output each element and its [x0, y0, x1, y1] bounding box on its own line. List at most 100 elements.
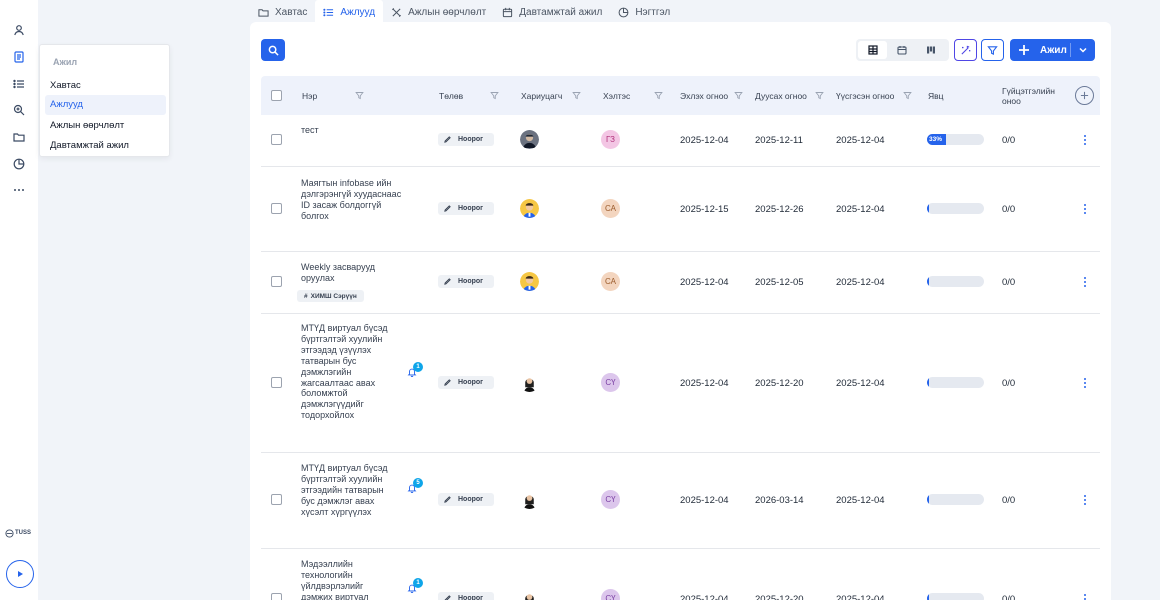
status-label: Ноорог: [458, 136, 484, 143]
row-menu-button[interactable]: [1083, 135, 1087, 145]
row-checkbox[interactable]: [271, 134, 282, 145]
tab-recurring-tasks[interactable]: Давтамжтай ажил: [494, 0, 610, 24]
department-avatar[interactable]: СА: [601, 199, 620, 218]
department-avatar[interactable]: СА: [601, 272, 620, 291]
row-menu-button[interactable]: [1083, 277, 1087, 287]
task-name[interactable]: тест: [301, 125, 419, 136]
filter-icon[interactable]: [903, 91, 912, 100]
tab-folders[interactable]: Хавтас: [250, 0, 315, 24]
row-checkbox[interactable]: [271, 593, 282, 600]
search-button[interactable]: [261, 39, 285, 61]
row-menu-button[interactable]: [1083, 495, 1087, 505]
play-icon: [18, 571, 23, 577]
assignee-avatar[interactable]: [520, 589, 539, 600]
chevron-down-icon[interactable]: [1078, 45, 1088, 55]
row-checkbox[interactable]: [271, 203, 282, 214]
status-badge[interactable]: Ноорог: [438, 275, 494, 288]
column-start-date[interactable]: Эхлэх огноо: [680, 76, 728, 115]
column-progress[interactable]: Явц: [928, 76, 944, 115]
select-all-checkbox[interactable]: [271, 90, 282, 101]
status-badge[interactable]: Ноорог: [438, 202, 494, 215]
task-name[interactable]: Мэдээллийн технологийн үйлдвэрлэлийг дэмжих…: [301, 559, 419, 600]
table-row[interactable]: МТҮД виртуал бүсэд бүртгэлтэй хуулийн этгэ…: [261, 453, 1100, 549]
document-icon[interactable]: [12, 50, 26, 64]
tab-bar: Хавтас Ажлууд Ажлын өөрчлөлт Давтамжтай …: [250, 0, 678, 24]
department-avatar[interactable]: СҮ: [601, 373, 620, 392]
task-name[interactable]: МТҮД виртуал бүсэд бүртгэлтэй хуулийн этгэ…: [301, 323, 419, 421]
assignee-avatar[interactable]: [520, 272, 539, 291]
filter-icon[interactable]: [490, 91, 499, 100]
column-performance-score[interactable]: Гүйцэтгэлийн оноо: [1002, 76, 1055, 115]
kanban-view-button[interactable]: [916, 41, 945, 59]
progress-fill: 33%: [927, 134, 946, 145]
department-avatar[interactable]: СҮ: [601, 589, 620, 600]
filter-button[interactable]: [981, 39, 1004, 61]
column-created-date[interactable]: Үүсгэсэн огноо: [836, 76, 894, 115]
row-checkbox[interactable]: [271, 494, 282, 505]
table-row[interactable]: Маягтын infobase ийн дэлгэрэнгүй хуудасна…: [261, 167, 1100, 252]
task-name-line: болгох: [301, 210, 329, 221]
status-badge[interactable]: Ноорог: [438, 133, 494, 146]
filter-icon[interactable]: [734, 91, 743, 100]
user-icon[interactable]: [12, 23, 26, 37]
task-name[interactable]: Weekly засварууд оруулах: [301, 262, 419, 284]
column-status[interactable]: Төлөв: [439, 76, 463, 115]
popup-item-task-changes[interactable]: Ажлын өөрчлөлт: [45, 116, 166, 136]
expand-rail-button[interactable]: [6, 560, 34, 588]
search-plus-icon[interactable]: [12, 103, 26, 117]
filter-icon[interactable]: [654, 91, 663, 100]
popup-item-tasks[interactable]: Ажлууд: [45, 95, 166, 115]
column-department[interactable]: Хэлтэс: [603, 76, 630, 115]
table-row[interactable]: Weekly засварууд оруулах # ХИМШ Сэрүүн Нооро…: [261, 252, 1100, 314]
table-row[interactable]: Мэдээллийн технологийн үйлдвэрлэлийг дэмжих…: [261, 549, 1100, 600]
assignee-avatar[interactable]: [520, 199, 539, 218]
row-checkbox[interactable]: [271, 276, 282, 287]
task-name[interactable]: Маягтын infobase ийн дэлгэрэнгүй хуудасна…: [301, 178, 419, 222]
assignee-avatar[interactable]: [520, 130, 539, 149]
filter-icon[interactable]: [815, 91, 824, 100]
task-name-line: тодорхойлох: [301, 410, 355, 421]
table-row[interactable]: тест Ноорог ГЗ 2025-12-04 2025-12-11 2025-12-…: [261, 115, 1100, 167]
pencil-icon: [444, 278, 451, 285]
pencil-icon: [444, 205, 451, 212]
status-badge[interactable]: Ноорог: [438, 493, 494, 506]
tab-summary[interactable]: Нэгтгэл: [610, 0, 678, 24]
row-menu-button[interactable]: [1083, 378, 1087, 388]
table-view-button[interactable]: [858, 41, 887, 59]
task-tag[interactable]: # ХИМШ Сэрүүн: [297, 290, 364, 302]
department-avatar[interactable]: ГЗ: [601, 130, 620, 149]
row-checkbox[interactable]: [271, 377, 282, 388]
chart-icon[interactable]: [12, 157, 26, 171]
magic-wand-button[interactable]: [954, 39, 977, 61]
created-date: 2025-12-04: [836, 594, 885, 600]
column-name[interactable]: Нэр: [302, 76, 317, 115]
table-row[interactable]: МТҮД виртуал бүсэд бүртгэлтэй хуулийн этгэ…: [261, 314, 1100, 453]
add-column-button[interactable]: [1075, 86, 1094, 105]
notification-bell[interactable]: 1: [407, 362, 429, 379]
assignee-avatar[interactable]: [520, 490, 539, 509]
row-menu-button[interactable]: [1083, 594, 1087, 600]
department-avatar[interactable]: СҮ: [601, 490, 620, 509]
more-icon[interactable]: [12, 183, 26, 197]
filter-icon[interactable]: [355, 91, 364, 100]
add-task-button[interactable]: Ажил: [1010, 39, 1095, 61]
notification-bell[interactable]: 1: [407, 578, 429, 595]
plus-icon: [1080, 91, 1089, 100]
popup-item-recurring-tasks[interactable]: Давтамжтай ажил: [45, 136, 166, 156]
row-menu-button[interactable]: [1083, 204, 1087, 214]
column-assignee[interactable]: Хариуцагч: [521, 76, 562, 115]
task-name-line: бус дэмжлэг авах: [301, 495, 375, 506]
assignee-avatar[interactable]: [520, 373, 539, 392]
calendar-view-button[interactable]: [887, 41, 916, 59]
task-name[interactable]: МТҮД виртуал бүсэд бүртгэлтэй хуулийн этгэ…: [301, 463, 419, 518]
folder-icon[interactable]: [12, 130, 26, 144]
filter-icon[interactable]: [572, 91, 581, 100]
column-end-date[interactable]: Дуусах огноо: [755, 76, 807, 115]
tab-task-changes[interactable]: Ажлын өөрчлөлт: [383, 0, 494, 24]
popup-item-folders[interactable]: Хавтас: [45, 76, 166, 96]
status-badge[interactable]: Ноорог: [438, 592, 494, 600]
notification-bell[interactable]: 5: [407, 478, 429, 495]
status-badge[interactable]: Ноорог: [438, 376, 494, 389]
list-icon[interactable]: [12, 77, 26, 91]
tab-tasks[interactable]: Ажлууд: [315, 0, 384, 24]
